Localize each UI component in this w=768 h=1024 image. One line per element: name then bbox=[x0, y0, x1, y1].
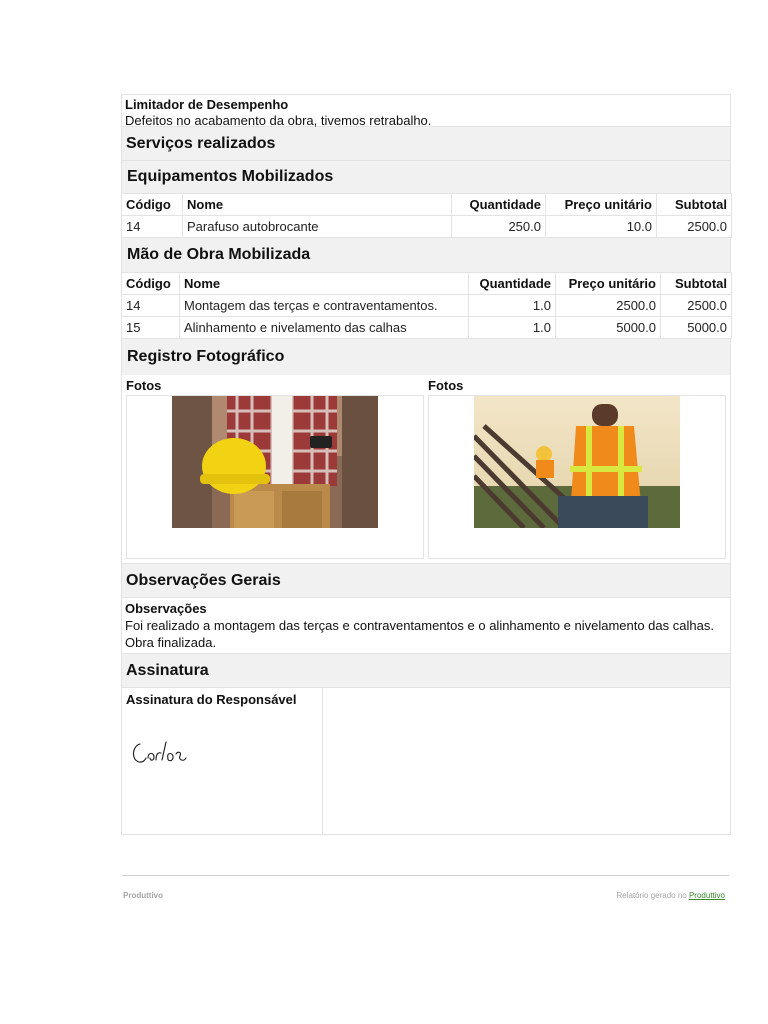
table-row: 14 Montagem das terças e contraventament… bbox=[121, 294, 732, 317]
photo-frame bbox=[428, 395, 726, 559]
col-header: Quantidade bbox=[451, 193, 546, 216]
col-header: Quantidade bbox=[468, 272, 556, 295]
cell-subtotal: 5000.0 bbox=[660, 316, 732, 339]
observations-section: Observações Foi realizado a montagem das… bbox=[121, 598, 731, 654]
photo-gallery: Fotos Fotos bbox=[121, 375, 731, 564]
limiter-label: Limitador de Desempenho bbox=[125, 97, 289, 112]
footer-generated-text: Relatório gerado no bbox=[616, 891, 687, 900]
footer: Produttivo Relatório gerado no Produttiv… bbox=[122, 875, 729, 900]
services-title: Serviços realizados bbox=[121, 127, 731, 161]
limiter-section: Limitador de Desempenho Defeitos no acab… bbox=[121, 94, 731, 128]
cell-unit-price: 5000.0 bbox=[555, 316, 661, 339]
photos-title: Registro Fotográfico bbox=[121, 339, 731, 375]
cell-unit-price: 10.0 bbox=[545, 215, 657, 238]
table-header-row: Código Nome Quantidade Preço unitário Su… bbox=[121, 193, 732, 216]
equipment-title: Equipamentos Mobilizados bbox=[121, 161, 731, 193]
cell-name: Montagem das terças e contraventamentos. bbox=[179, 294, 469, 317]
signature-section: Assinatura do Responsável bbox=[121, 688, 731, 835]
labor-title: Mão de Obra Mobilizada bbox=[121, 238, 731, 272]
photo-label: Fotos bbox=[428, 378, 464, 393]
roof-workers-photo[interactable] bbox=[474, 396, 680, 528]
col-header: Preço unitário bbox=[545, 193, 657, 216]
footer-produttivo-link[interactable]: Produttivo bbox=[689, 891, 725, 900]
photo-item: Fotos bbox=[126, 375, 424, 559]
cell-name: Parafuso autobrocante bbox=[182, 215, 452, 238]
col-header: Nome bbox=[179, 272, 469, 295]
photo-label: Fotos bbox=[126, 378, 162, 393]
worker-helmet-photo[interactable] bbox=[172, 396, 378, 528]
table-header-row: Código Nome Quantidade Preço unitário Su… bbox=[121, 272, 732, 295]
cell-name: Alinhamento e nivelamento das calhas bbox=[179, 316, 469, 339]
signature-cell: Assinatura do Responsável bbox=[122, 688, 323, 834]
col-header: Código bbox=[121, 193, 183, 216]
table-row: 14 Parafuso autobrocante 250.0 10.0 2500… bbox=[121, 215, 732, 238]
observations-line-1: Foi realizado a montagem das terças e co… bbox=[125, 618, 714, 633]
handwritten-signature bbox=[132, 741, 187, 763]
col-header: Preço unitário bbox=[555, 272, 661, 295]
cell-code: 14 bbox=[121, 215, 183, 238]
photo-frame bbox=[126, 395, 424, 559]
table-row: 15 Alinhamento e nivelamento das calhas … bbox=[121, 316, 732, 339]
col-header: Subtotal bbox=[660, 272, 732, 295]
cell-subtotal: 2500.0 bbox=[656, 215, 732, 238]
cell-code: 14 bbox=[121, 294, 180, 317]
footer-generated: Relatório gerado no Produttivo bbox=[616, 891, 725, 900]
cell-code: 15 bbox=[121, 316, 180, 339]
cell-subtotal: 2500.0 bbox=[660, 294, 732, 317]
report: Limitador de Desempenho Defeitos no acab… bbox=[121, 94, 732, 835]
col-header: Código bbox=[121, 272, 180, 295]
observations-line-2: Obra finalizada. bbox=[125, 635, 217, 650]
footer-brand: Produttivo bbox=[123, 891, 163, 900]
cell-quantity: 1.0 bbox=[468, 316, 556, 339]
col-header: Nome bbox=[182, 193, 452, 216]
col-header: Subtotal bbox=[656, 193, 732, 216]
equipment-table: Código Nome Quantidade Preço unitário Su… bbox=[121, 193, 732, 238]
signature-title: Assinatura bbox=[121, 654, 731, 688]
observations-title: Observações Gerais bbox=[121, 564, 731, 598]
photo-item: Fotos bbox=[428, 375, 726, 559]
cell-quantity: 250.0 bbox=[451, 215, 546, 238]
cell-quantity: 1.0 bbox=[468, 294, 556, 317]
labor-table: Código Nome Quantidade Preço unitário Su… bbox=[121, 272, 732, 339]
signature-empty-cell bbox=[323, 688, 730, 834]
observations-label: Observações bbox=[125, 601, 207, 616]
cell-unit-price: 2500.0 bbox=[555, 294, 661, 317]
signature-label: Assinatura do Responsável bbox=[126, 692, 297, 707]
